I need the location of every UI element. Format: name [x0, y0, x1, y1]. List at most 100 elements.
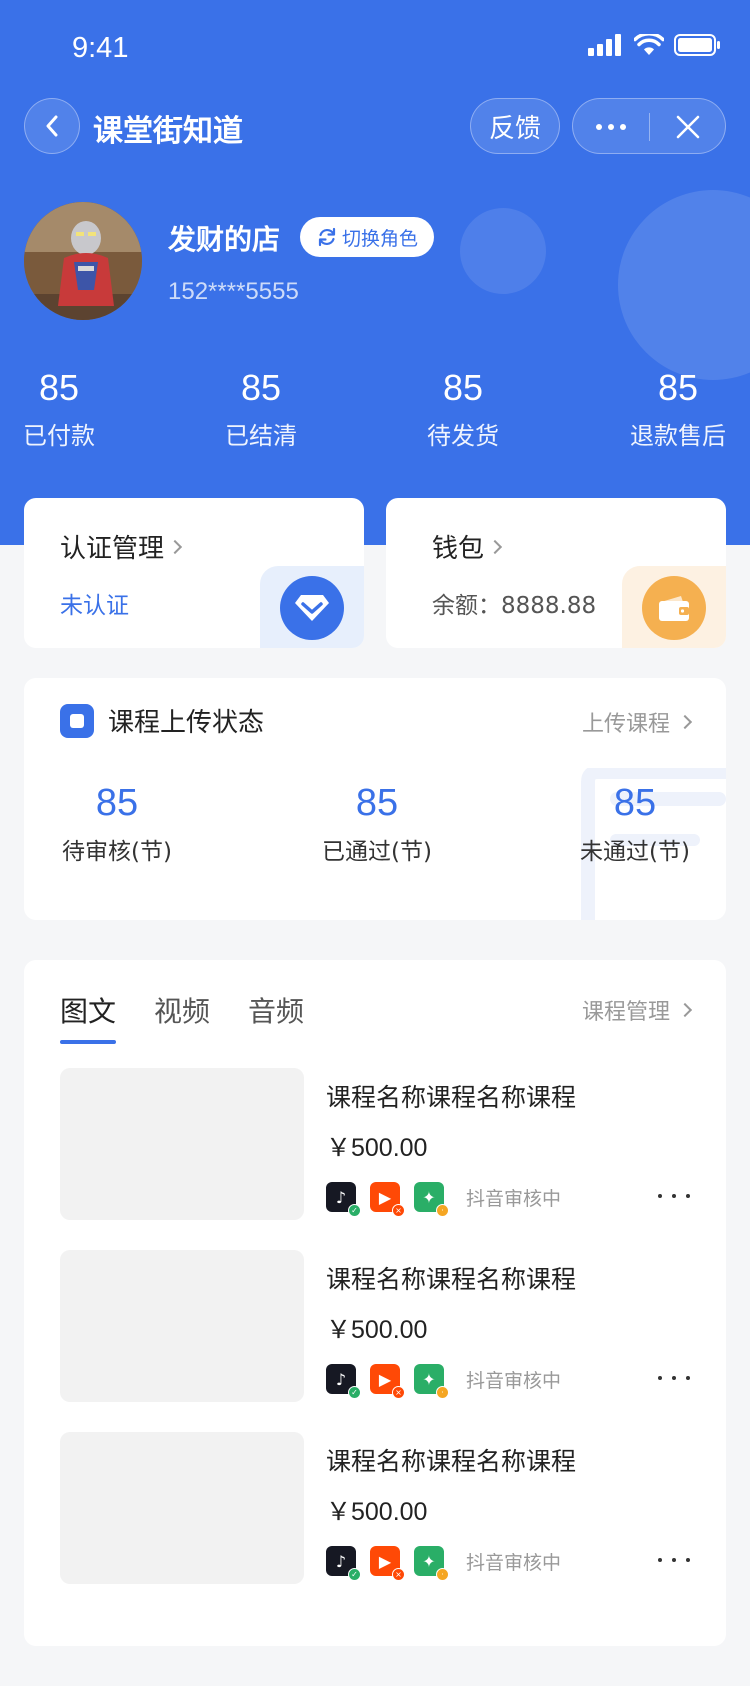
- signal-icon: [588, 34, 621, 56]
- chevron-right-icon: [677, 714, 693, 730]
- stat-paid[interactable]: 85 已付款: [22, 366, 96, 451]
- kuaishou-icon: ▶ ×: [370, 1182, 405, 1217]
- course-thumbnail: [60, 1432, 304, 1584]
- course-thumbnail: [60, 1250, 304, 1402]
- status-bar: 9:41: [0, 28, 750, 76]
- wallet-title-text: 钱包: [432, 534, 485, 564]
- more-button[interactable]: [573, 99, 649, 155]
- chevron-right-icon: [487, 539, 503, 554]
- stat-settled-count: 85: [240, 367, 282, 408]
- approved-stat[interactable]: 85 已通过(节): [320, 780, 434, 866]
- platform-status-row: ♪ ✓ ▶ × ✦ · 抖音审核中: [326, 1546, 561, 1581]
- dot-icon: [658, 1558, 662, 1562]
- douyin-icon: ♪ ✓: [326, 1364, 361, 1399]
- pending-badge-icon: ·: [436, 1386, 449, 1399]
- course-name: 课程名称课程名称课程: [326, 1447, 577, 1476]
- tab-graphic[interactable]: 图文: [60, 990, 117, 1044]
- diamond-shape: [295, 595, 329, 621]
- course-price: ￥500.00: [326, 1498, 428, 1526]
- rejected-label: 未通过(节): [580, 839, 690, 865]
- dot-icon: [658, 1194, 662, 1198]
- course-upload-status-card: 课程上传状态 上传课程 85 待审核(节) 85 已通过(节) 85 未通过(节…: [24, 678, 726, 920]
- course-item[interactable]: 课程名称课程名称课程 ￥500.00 ♪ ✓ ▶ × ✦ · 抖音审核中: [60, 1250, 690, 1402]
- dot-icon: [686, 1194, 690, 1198]
- back-button[interactable]: [24, 98, 80, 154]
- tab-video[interactable]: 视频: [154, 990, 210, 1044]
- platform-status-row: ♪ ✓ ▶ × ✦ · 抖音审核中: [326, 1182, 562, 1217]
- pending-review-label: 待审核(节): [62, 839, 172, 865]
- cross-badge-icon: ×: [392, 1568, 405, 1581]
- cross-badge-icon: ×: [392, 1386, 405, 1399]
- close-icon: [676, 115, 700, 139]
- course-name: 课程名称课程名称课程: [326, 1083, 577, 1112]
- dot-icon: [672, 1558, 676, 1562]
- platform-status-row: ♪ ✓ ▶ × ✦ · 抖音审核中: [326, 1364, 562, 1399]
- dot-icon: [686, 1558, 690, 1562]
- course-upload-title: 课程上传状态: [60, 702, 264, 739]
- status-time: 9:41: [72, 32, 129, 64]
- feedback-button[interactable]: 反馈: [470, 98, 560, 154]
- course-item[interactable]: 课程名称课程名称课程 ￥500.00 ♪ ✓ ▶ × ✦ · 抖音审核中: [60, 1068, 690, 1220]
- chevron-left-icon: [46, 115, 58, 137]
- dot-icon: [658, 1376, 662, 1380]
- approved-count: 85: [355, 782, 399, 824]
- chevron-right-icon: [167, 539, 183, 554]
- approved-label: 已通过(节): [322, 839, 432, 865]
- course-list-card: 图文 视频 音频 课程管理 课程名称课程名称课程 ￥500.00 ♪ ✓ ▶ × ✦…: [24, 960, 726, 1646]
- review-status: 抖音审核中: [466, 1369, 562, 1392]
- wifi-icon: [634, 34, 664, 55]
- stat-settled[interactable]: 85 已结清: [224, 366, 298, 451]
- more-dot-icon: [608, 124, 614, 130]
- certification-card[interactable]: 认证管理 未认证: [24, 498, 364, 648]
- stat-paid-count: 85: [38, 367, 80, 408]
- check-badge-icon: ✓: [348, 1204, 361, 1217]
- battery-icon: [674, 34, 720, 56]
- wechat-icon: ✦ ·: [414, 1182, 449, 1217]
- navigation-bar: 课堂街知道 反馈: [0, 98, 750, 156]
- more-options-button[interactable]: [658, 1194, 690, 1198]
- douyin-icon: ♪ ✓: [326, 1182, 361, 1217]
- pending-review-count: 85: [95, 782, 139, 824]
- avatar[interactable]: [24, 202, 142, 320]
- upload-course-link[interactable]: 上传课程: [582, 706, 693, 738]
- more-dot-icon: [620, 124, 626, 130]
- pending-badge-icon: ·: [436, 1204, 449, 1217]
- switch-role-label: 切换角色: [341, 227, 418, 250]
- check-badge-icon: ✓: [348, 1386, 361, 1399]
- course-item[interactable]: 课程名称课程名称课程 ￥500.00 ♪ ✓ ▶ × ✦ · 抖音审核中: [60, 1432, 690, 1584]
- switch-role-button[interactable]: 切换角色: [300, 217, 434, 257]
- close-button[interactable]: [650, 99, 726, 155]
- stat-refund-count: 85: [657, 367, 699, 408]
- certification-status: 未认证: [60, 593, 129, 619]
- review-status: 抖音审核中: [466, 1187, 562, 1210]
- decorative-circle: [618, 190, 750, 380]
- course-thumbnail: [60, 1068, 304, 1220]
- stat-refund[interactable]: 85 退款售后: [628, 366, 728, 451]
- phone-number: 152****5555: [168, 278, 299, 305]
- pending-review-stat[interactable]: 85 待审核(节): [60, 780, 174, 866]
- tab-audio[interactable]: 音频: [248, 990, 304, 1044]
- check-badge-icon: ✓: [348, 1568, 361, 1581]
- stat-to-ship[interactable]: 85 待发货: [426, 366, 500, 451]
- refresh-icon: [318, 227, 336, 247]
- more-options-button[interactable]: [658, 1376, 690, 1380]
- page-title: 课堂街知道: [93, 114, 243, 149]
- avatar-image: [24, 202, 142, 320]
- course-upload-title-text: 课程上传状态: [108, 708, 265, 738]
- course-manage-link[interactable]: 课程管理: [582, 994, 693, 1026]
- chevron-right-icon: [677, 1002, 693, 1018]
- pending-badge-icon: ·: [436, 1568, 449, 1581]
- certification-icon-area: [260, 566, 364, 648]
- more-options-button[interactable]: [658, 1558, 690, 1562]
- rejected-stat[interactable]: 85 未通过(节): [578, 780, 692, 866]
- rejected-count: 85: [613, 782, 657, 824]
- wallet-card[interactable]: 钱包 余额：8888.88: [386, 498, 726, 648]
- course-name: 课程名称课程名称课程: [326, 1265, 577, 1294]
- stat-refund-label: 退款售后: [630, 422, 726, 450]
- stat-to-ship-label: 待发货: [427, 422, 499, 450]
- course-type-tabs: 图文 视频 音频: [60, 990, 304, 1044]
- diamond-icon: [280, 576, 344, 640]
- dot-icon: [672, 1194, 676, 1198]
- wechat-icon: ✦ ·: [414, 1364, 449, 1399]
- course-status-icon-inner: [70, 713, 84, 728]
